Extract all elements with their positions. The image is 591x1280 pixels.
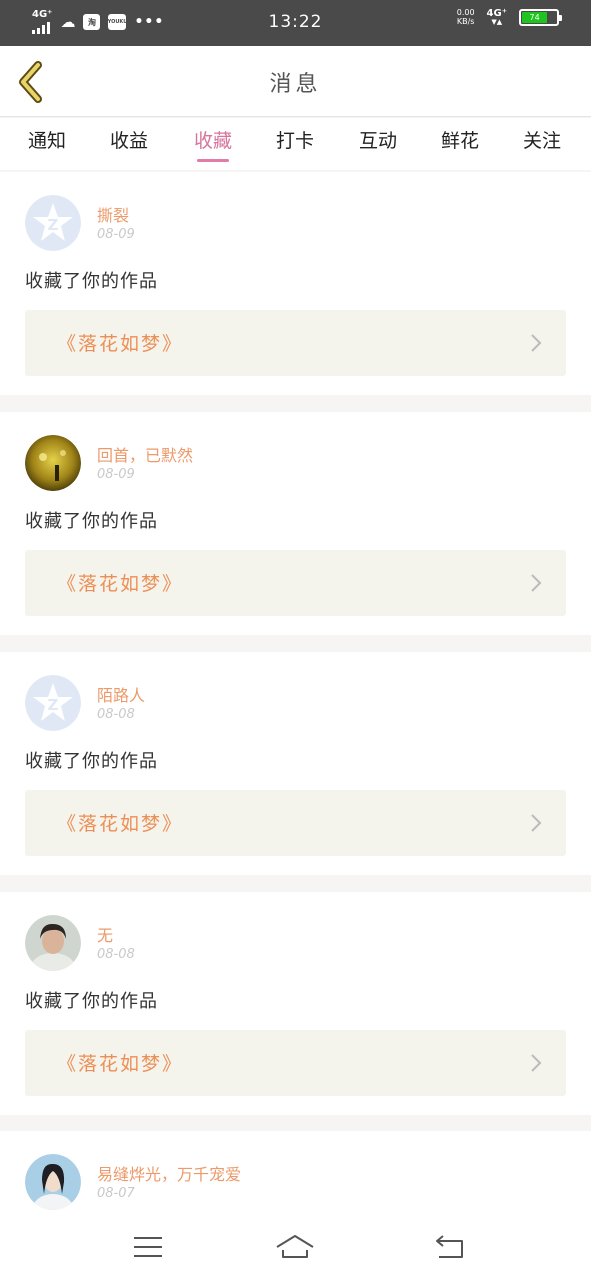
user-photo-avatar[interactable]: [25, 915, 81, 971]
home-button[interactable]: [275, 1230, 315, 1264]
user-name[interactable]: 回首，已默然: [97, 442, 193, 466]
user-name[interactable]: 陌路人: [97, 682, 145, 706]
status-bar: 4G⁺ ☁ 淘 YOUKU ••• 13:22 0.00 KB/s 4G⁺ ▼▲…: [0, 0, 591, 46]
message-date: 08-07: [97, 1186, 135, 1201]
message-text: 收藏了你的作品: [25, 271, 158, 292]
work-link[interactable]: 《落花如梦》: [25, 310, 566, 376]
message-text: 收藏了你的作品: [25, 991, 158, 1012]
work-link[interactable]: 《落花如梦》: [25, 1030, 566, 1096]
status-right: 0.00 KB/s 4G⁺ ▼▲ 74: [456, 8, 562, 27]
chevron-right-icon: [531, 814, 542, 832]
header: 消息: [0, 46, 591, 117]
network-type-indicator: 4G⁺ ▼▲: [487, 9, 507, 26]
work-title: 《落花如梦》: [57, 573, 184, 595]
default-avatar-icon[interactable]: Z: [25, 675, 81, 731]
work-title: 《落花如梦》: [57, 1053, 184, 1075]
message-date: 08-08: [97, 947, 135, 962]
user-name[interactable]: 易缝烨光，万千宠爱: [97, 1161, 241, 1185]
chevron-right-icon: [531, 574, 542, 592]
menu-icon: [134, 1237, 162, 1257]
default-avatar-icon[interactable]: Z: [25, 195, 81, 251]
tab-favorites[interactable]: 收藏: [183, 126, 243, 153]
work-title: 《落花如梦》: [57, 813, 184, 835]
tab-interaction[interactable]: 互动: [348, 126, 408, 153]
svg-text:Z: Z: [48, 216, 59, 234]
tab-active-indicator: [197, 159, 229, 162]
back-icon: [436, 1235, 463, 1258]
network-speed-unit: KB/s: [456, 16, 475, 26]
work-title: 《落花如梦》: [57, 333, 184, 355]
svg-text:Z: Z: [48, 696, 59, 714]
message-text: 收藏了你的作品: [25, 511, 158, 532]
message-card: 回首，已默然 08-09 收藏了你的作品 《落花如梦》: [0, 412, 591, 635]
page-title: 消息: [269, 72, 322, 97]
work-link[interactable]: 《落花如梦》: [25, 550, 566, 616]
user-photo-avatar[interactable]: [25, 435, 81, 491]
message-text: 收藏了你的作品: [25, 751, 158, 772]
message-card: Z 撕裂 08-09 收藏了你的作品 《落花如梦》: [0, 172, 591, 395]
battery-icon: 74: [519, 9, 562, 27]
system-nav-bar: [0, 1214, 591, 1280]
message-date: 08-09: [97, 227, 135, 242]
tab-follow[interactable]: 关注: [512, 126, 572, 153]
back-nav-button[interactable]: [430, 1230, 470, 1264]
user-name[interactable]: 无: [97, 922, 113, 946]
message-card: Z 陌路人 08-08 收藏了你的作品 《落花如梦》: [0, 652, 591, 875]
home-icon: [276, 1235, 314, 1258]
user-name[interactable]: 撕裂: [97, 202, 129, 226]
data-arrows-icon: ▼▲: [491, 18, 503, 27]
tab-notifications[interactable]: 通知: [17, 126, 77, 153]
tab-earnings[interactable]: 收益: [99, 126, 159, 153]
network-speed: 0.00 KB/s: [456, 8, 475, 27]
message-card: 无 08-08 收藏了你的作品 《落花如梦》: [0, 892, 591, 1115]
message-card: 易缝烨光，万千宠爱 08-07: [0, 1131, 591, 1214]
user-photo-avatar[interactable]: [25, 1154, 81, 1210]
battery-level: 74: [522, 12, 548, 24]
tab-flowers[interactable]: 鲜花: [430, 126, 490, 153]
message-date: 08-08: [97, 707, 135, 722]
menu-button[interactable]: [128, 1230, 168, 1264]
message-date: 08-09: [97, 467, 135, 482]
tab-bar: 通知 收益 收藏 打卡 互动 鲜花 关注: [0, 118, 591, 170]
chevron-right-icon: [531, 1054, 542, 1072]
work-link[interactable]: 《落花如梦》: [25, 790, 566, 856]
tab-checkin[interactable]: 打卡: [265, 126, 325, 153]
chevron-right-icon: [531, 334, 542, 352]
